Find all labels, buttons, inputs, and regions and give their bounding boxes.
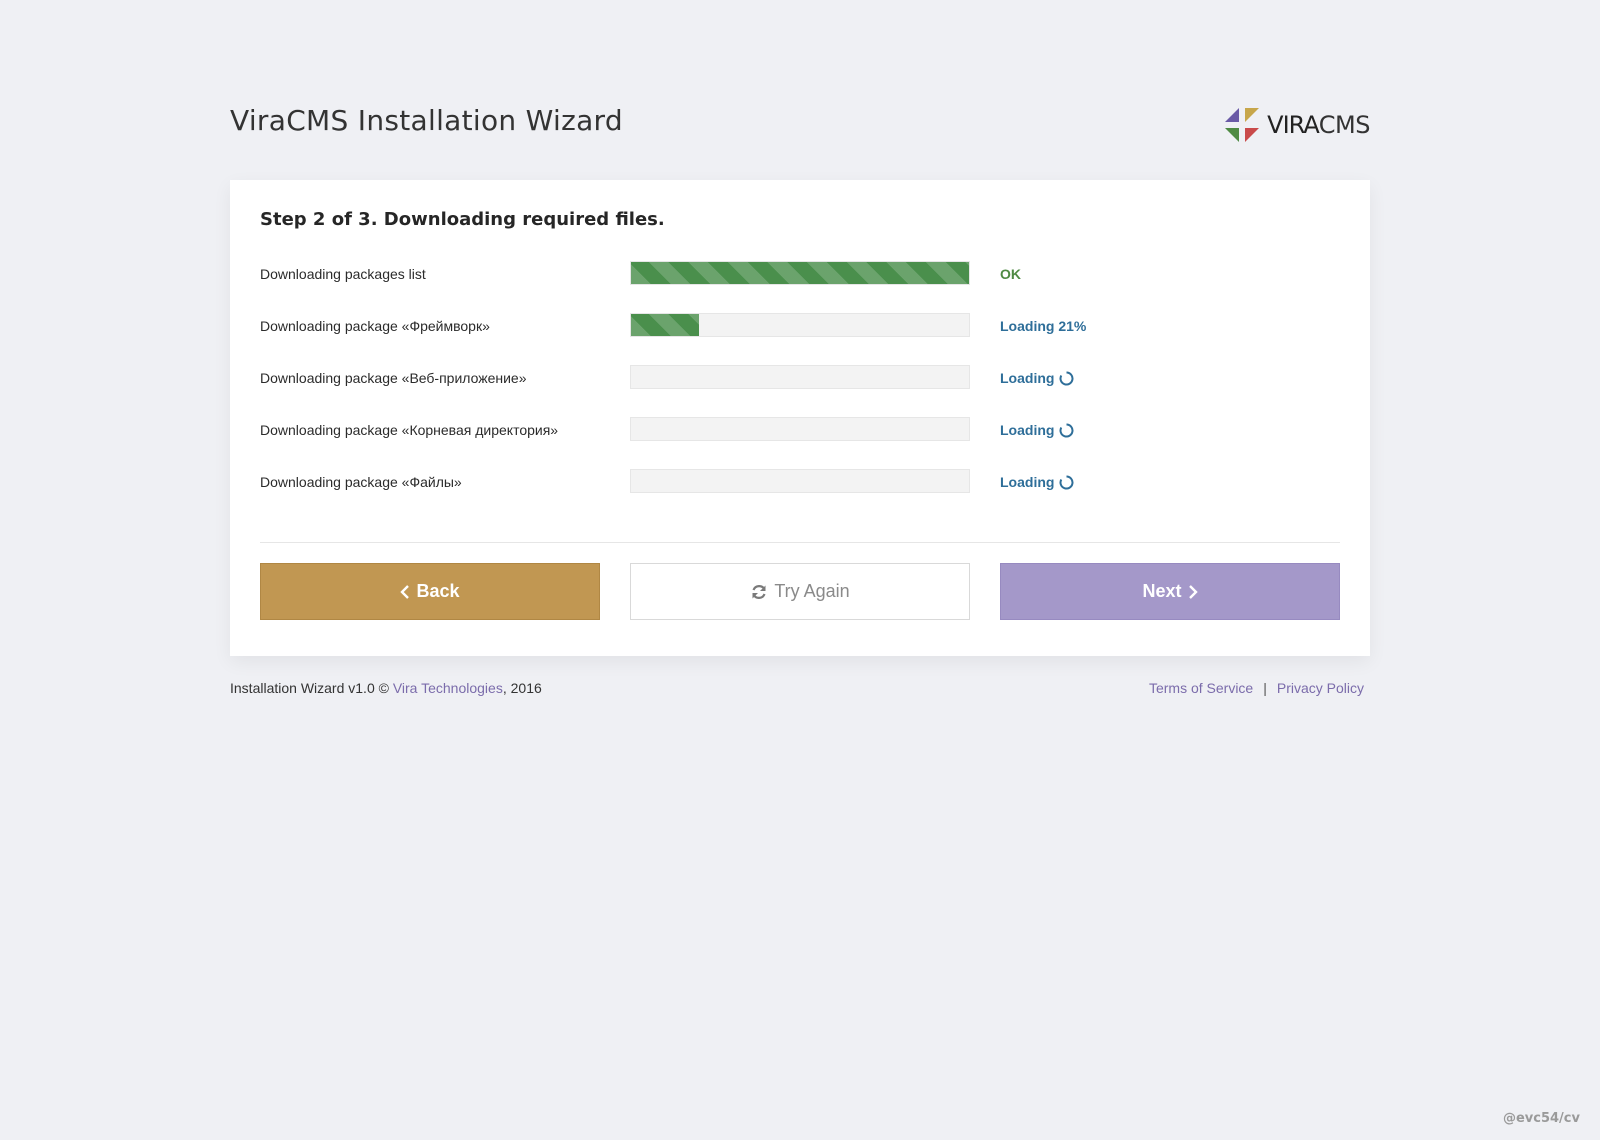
progress-bar: [630, 417, 970, 441]
header: ViraCMS Installation Wizard VIRACMS: [230, 0, 1371, 180]
wizard-container: ViraCMS Installation Wizard VIRACMS Step…: [230, 0, 1371, 696]
progress-bar: [630, 261, 970, 285]
task-label: Downloading packages list: [260, 266, 426, 282]
progress-fill: [631, 262, 969, 284]
back-button[interactable]: Back: [260, 563, 600, 620]
task-status-text: OK: [1000, 266, 1021, 282]
task-status: Loading: [1000, 422, 1074, 438]
viracms-logo: VIRACMS: [1223, 106, 1371, 144]
task-status: Loading: [1000, 474, 1074, 490]
try-again-button[interactable]: Try Again: [630, 563, 970, 620]
next-button[interactable]: Next: [1000, 563, 1340, 620]
task-status-text: Loading: [1000, 422, 1055, 438]
progress-fill: [631, 314, 699, 336]
author-credit: @evc54/cv: [1502, 1111, 1580, 1126]
task-status: OK: [1000, 266, 1021, 282]
task-status-text: Loading: [1000, 370, 1055, 386]
logo-text: VIRACMS: [1267, 113, 1370, 137]
logo-mark-icon: [1225, 108, 1260, 142]
progress-bar: [630, 469, 970, 493]
divider: [260, 542, 1340, 543]
task-status-text: Loading 21%: [1000, 318, 1087, 334]
terms-of-service-link[interactable]: Terms of Service: [1149, 680, 1253, 696]
task-row: Downloading package «Файлы» Loading: [260, 469, 1340, 495]
task-label: Downloading package «Веб-приложение»: [260, 370, 527, 386]
spinner-icon: [1059, 475, 1074, 490]
chevron-right-icon: [1188, 584, 1198, 599]
footer-copyright: Installation Wizard v1.0 © Vira Technolo…: [230, 680, 542, 696]
wizard-card: Step 2 of 3. Downloading required files.…: [230, 180, 1370, 656]
footer-prefix: Installation Wizard v1.0 ©: [230, 680, 393, 696]
task-status: Loading: [1000, 370, 1074, 386]
task-status: Loading 21%: [1000, 318, 1086, 334]
progress-bar: [630, 313, 970, 337]
progress-bar: [630, 365, 970, 389]
task-label: Downloading package «Файлы»: [260, 474, 462, 490]
step-title: Step 2 of 3. Downloading required files.: [260, 209, 665, 230]
back-button-label: Back: [416, 581, 460, 601]
chevron-left-icon: [400, 584, 410, 599]
spinner-icon: [1059, 423, 1074, 438]
task-row: Downloading packages list OK: [260, 261, 1340, 287]
task-label: Downloading package «Фреймворк»: [260, 318, 490, 334]
logo-text-vira: VIRA: [1267, 111, 1320, 139]
refresh-icon: [750, 583, 768, 601]
logo-text-cms: CMS: [1318, 111, 1371, 139]
task-status-text: Loading: [1000, 474, 1055, 490]
task-row: Downloading package «Корневая директория…: [260, 417, 1340, 443]
task-row: Downloading package «Веб-приложение» Load…: [260, 365, 1340, 391]
spinner-icon: [1059, 371, 1074, 386]
next-button-label: Next: [1142, 581, 1182, 601]
vira-technologies-link[interactable]: Vira Technologies: [393, 680, 503, 696]
footer-suffix: , 2016: [502, 680, 542, 696]
page-title: ViraCMS Installation Wizard: [230, 104, 623, 137]
task-label: Downloading package «Корневая директория…: [260, 422, 559, 438]
task-row: Downloading package «Фреймворк» Loading 2…: [260, 313, 1340, 339]
footer-separator: |: [1263, 680, 1267, 696]
privacy-policy-link[interactable]: Privacy Policy: [1277, 680, 1364, 696]
try-again-button-label: Try Again: [774, 581, 850, 601]
footer-links: Terms of Service | Privacy Policy: [1149, 680, 1364, 696]
